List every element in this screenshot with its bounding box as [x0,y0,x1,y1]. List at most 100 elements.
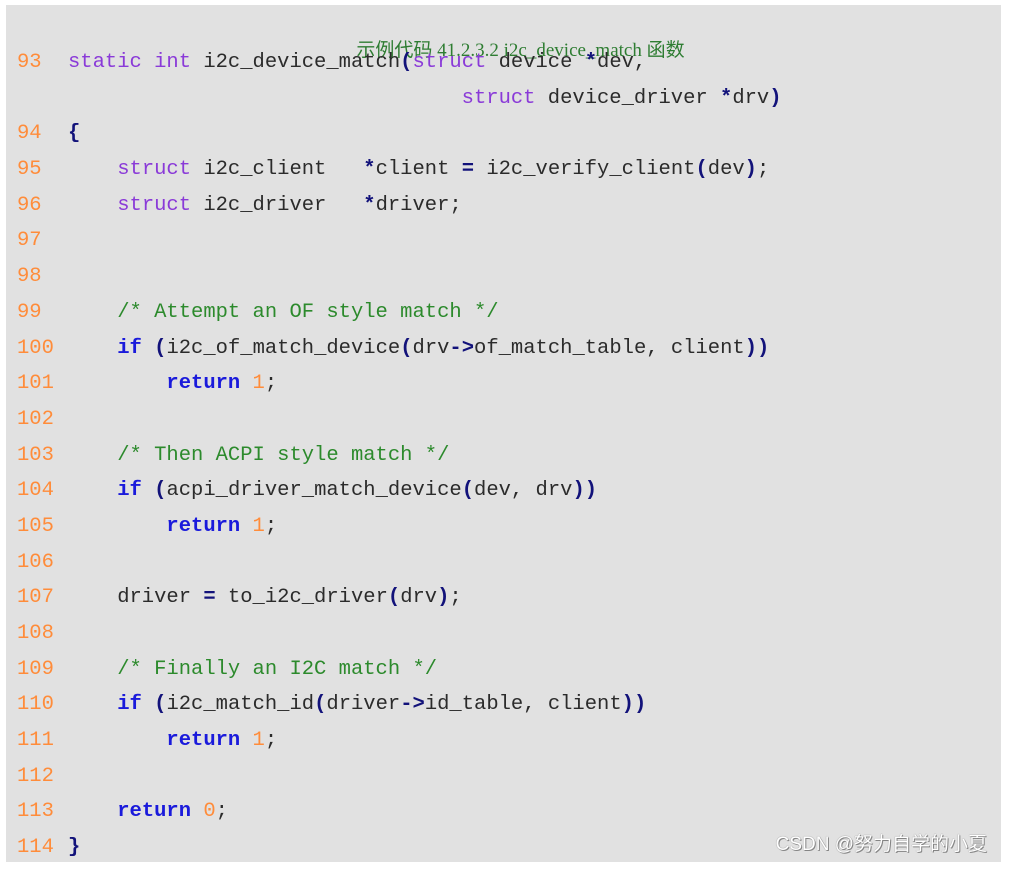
line-number: 110 [17,693,54,717]
line-source: { [68,116,80,152]
line-number: 101 [17,372,54,396]
code-token: i2c_client [191,158,364,182]
line-number: 114 [17,836,54,860]
code-token: ; [215,800,228,824]
code-token: driver; [375,193,462,217]
line-number: 112 [17,764,54,788]
code-token: drv [400,586,438,610]
code-token: acpi_driver_match_device [166,479,462,503]
code-token: ) [437,586,450,610]
code-token: i2c_of_match_device [166,336,401,360]
line-source: static int i2c_device_match(struct devic… [68,45,646,81]
code-token: ( [154,336,167,360]
code-token: drv [732,86,770,110]
line-source: } [68,830,80,866]
line-number: 96 [17,193,42,217]
code-token: 1 [252,514,265,538]
code-token: 1 [252,372,265,396]
line-number: 95 [17,158,42,182]
line-source: driver = to_i2c_driver(drv); [68,580,462,616]
code-token: )) [744,336,770,360]
code-token: )) [621,693,647,717]
line-number: 97 [17,229,42,253]
line-number: 100 [17,336,54,360]
code-token: driver [68,586,204,610]
code-token: driver [326,693,401,717]
line-number: 107 [17,586,54,610]
watermark: CSDN @努力自学的小夏 [775,834,987,855]
code-token: ; [756,158,770,182]
code-token: dev [707,158,745,182]
code-token: struct [461,86,536,110]
code-token: client [375,158,462,182]
code-token: to_i2c_driver [215,586,388,610]
code-token: * [584,51,598,74]
line-number: 106 [17,550,54,574]
code-token: * [363,158,376,182]
code-token: /* Then ACPI style match */ [117,443,450,467]
line-number: 109 [17,657,54,681]
code-token: -> [400,693,425,717]
line-source: return 1; [68,723,277,759]
code-token: return [166,514,241,538]
line-source: if (acpi_driver_match_device(dev, drv)) [68,473,597,509]
line-number: 113 [17,800,54,824]
code-token: )) [572,479,598,503]
code-token: if [117,693,142,717]
line-source: struct i2c_client *client = i2c_verify_c… [68,152,769,188]
code-token: device_driver [535,86,721,110]
code-token: i2c_driver [191,193,364,217]
line-number: 105 [17,514,54,538]
code-token: i2c_verify_client [474,158,696,182]
code-token: /* Finally an I2C match */ [117,657,438,681]
code-token: ; [264,514,278,538]
line-source: /* Finally an I2C match */ [68,652,437,688]
code-token: ( [400,336,413,360]
line-number: 111 [17,729,54,753]
code-token: return [117,800,192,824]
code-token: ( [387,586,401,610]
line-number: 104 [17,479,54,503]
code-token: return [166,372,241,396]
code-token: ( [461,479,475,503]
line-number: 108 [17,622,54,645]
code-token: * [363,193,376,217]
code-token: id_table, client [424,693,622,717]
line-source: return 1; [68,366,277,402]
code-token: if [117,336,142,360]
code-token: 1 [252,729,265,753]
line-source: /* Attempt an OF style match */ [68,295,498,331]
code-token: of_match_table, client [474,336,745,360]
line-number: 93 [17,51,42,74]
code-token: dev, drv [474,479,573,503]
line-number: 98 [17,265,42,289]
code-token: { [68,122,81,146]
code-token: = [461,158,475,182]
line-source: return 1; [68,509,277,545]
code-token: if [117,479,142,503]
code-listing-panel: 示例代码 41.2.3.2 i2c_device_match 函数 93 stat… [6,5,1001,862]
code-token: ; [264,729,278,753]
code-token: ( [400,51,413,74]
code-token: ) [769,86,782,110]
code-token: struct [412,51,487,74]
code-token: drv [412,336,450,360]
code-token: ( [154,479,167,503]
code-token: struct [117,193,192,217]
line-source: /* Then ACPI style match */ [68,438,449,474]
code-token: * [720,86,733,110]
line-number: 94 [17,122,42,146]
line-source: struct device_driver *drv) [68,81,782,117]
code-token: ; [449,586,462,610]
code-token: ( [314,693,327,717]
